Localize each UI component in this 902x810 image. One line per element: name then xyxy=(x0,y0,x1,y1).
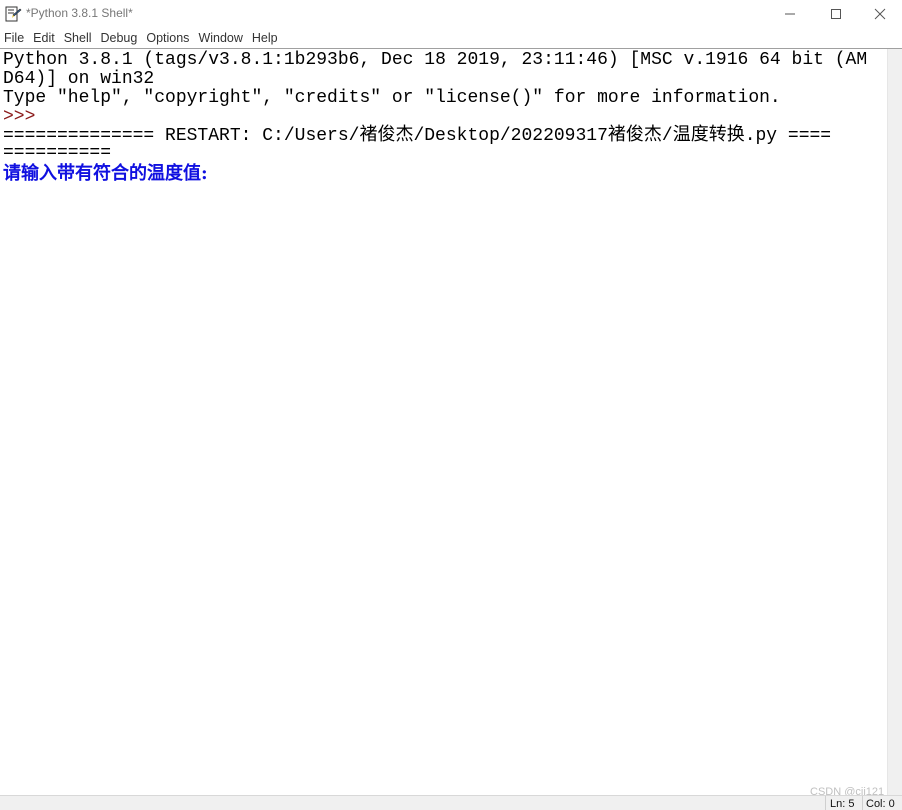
restart-line-2: ========== xyxy=(3,143,112,163)
restart-line-1: ============== RESTART: C:/Users/褚俊杰/Des… xyxy=(3,126,832,146)
shell-prompt: >>> xyxy=(3,107,36,127)
status-column-number: Col: 0 xyxy=(866,798,895,810)
menu-shell[interactable]: Shell xyxy=(60,31,97,45)
idle-shell-window: *Python 3.8.1 Shell* File Edit Shell Deb… xyxy=(0,0,902,810)
status-line-number: Ln: 5 xyxy=(830,798,855,810)
menu-bar: File Edit Shell Debug Options Window Hel… xyxy=(0,28,902,48)
editor-top-border xyxy=(0,48,902,49)
close-button[interactable] xyxy=(858,0,902,28)
maximize-icon xyxy=(831,9,841,19)
minimize-button[interactable] xyxy=(768,0,812,28)
banner-line-1: Python 3.8.1 (tags/v3.8.1:1b293b6, Dec 1… xyxy=(3,50,868,70)
minimize-icon xyxy=(785,13,795,15)
python-idle-icon xyxy=(5,6,22,22)
menu-debug[interactable]: Debug xyxy=(97,31,143,45)
status-separator xyxy=(862,796,863,810)
maximize-button[interactable] xyxy=(814,0,858,28)
vertical-scrollbar[interactable] xyxy=(887,49,902,795)
title-bar[interactable]: *Python 3.8.1 Shell* xyxy=(0,0,902,28)
menu-file[interactable]: File xyxy=(0,31,29,45)
banner-line-3: Type "help", "copyright", "credits" or "… xyxy=(3,88,781,108)
close-icon xyxy=(874,8,886,20)
status-bar: Ln: 5 Col: 0 xyxy=(0,795,902,810)
menu-help[interactable]: Help xyxy=(248,31,283,45)
banner-line-2: D64)] on win32 xyxy=(3,69,155,89)
menu-window[interactable]: Window xyxy=(194,31,247,45)
menu-options[interactable]: Options xyxy=(142,31,194,45)
shell-text-area[interactable]: Python 3.8.1 (tags/v3.8.1:1b293b6, Dec 1… xyxy=(0,50,887,794)
window-title: *Python 3.8.1 Shell* xyxy=(26,6,133,20)
input-prompt-text: 请输入带有符合的温度值: xyxy=(3,163,208,184)
menu-edit[interactable]: Edit xyxy=(29,31,60,45)
status-separator xyxy=(825,796,826,810)
